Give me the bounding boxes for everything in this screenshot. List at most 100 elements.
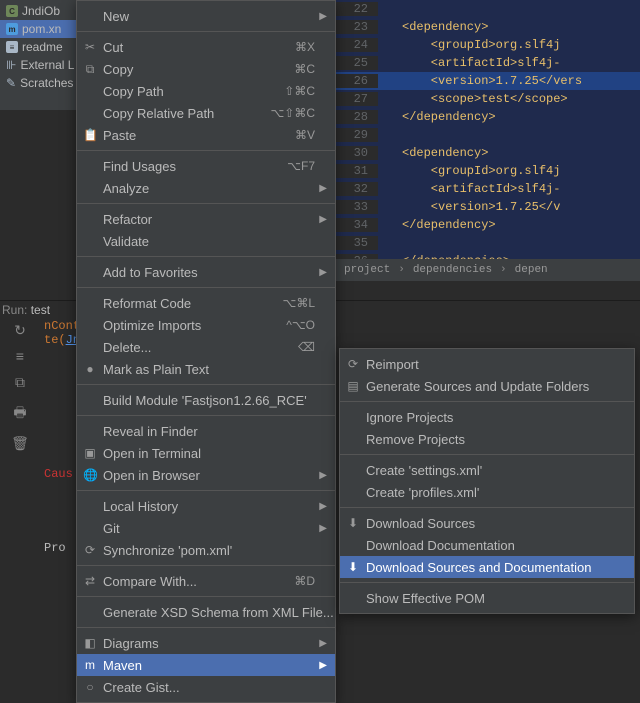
menu-label: Remove Projects xyxy=(366,432,465,447)
submenu-arrow-icon: ▶ xyxy=(319,523,327,534)
scratches[interactable]: ✎Scratches xyxy=(0,74,80,92)
file-readme[interactable]: ≡readme xyxy=(0,38,80,56)
breadcrumb-item[interactable]: depen xyxy=(515,264,548,276)
rerun-icon[interactable]: ↻ xyxy=(14,323,26,340)
breadcrumb-item[interactable]: dependencies xyxy=(413,264,492,276)
code-text: </dependency> xyxy=(378,110,496,124)
menu-open-in-browser[interactable]: 🌐Open in Browser▶ xyxy=(77,464,335,486)
menu-find-usages[interactable]: Find Usages⌥F7 xyxy=(77,155,335,177)
editor-line[interactable]: 23<dependency> xyxy=(336,18,640,36)
menu-delete[interactable]: Delete...⌫ xyxy=(77,336,335,358)
breadcrumb-item[interactable]: project xyxy=(344,264,390,276)
paste-icon: 📋 xyxy=(83,128,97,142)
maven-download-sources[interactable]: ⬇Download Sources xyxy=(340,512,634,534)
menu-new[interactable]: New▶ xyxy=(77,5,335,27)
editor-line[interactable]: 30<dependency> xyxy=(336,144,640,162)
maven-generate-sources-and-update-folders[interactable]: ▤Generate Sources and Update Folders xyxy=(340,375,634,397)
layout-icon[interactable]: ⧉ xyxy=(15,376,25,392)
editor-line[interactable]: 33 <version>1.7.25</v xyxy=(336,198,640,216)
maven-ignore-projects[interactable]: Ignore Projects xyxy=(340,406,634,428)
menu-label: Download Sources and Documentation xyxy=(366,560,591,575)
separator xyxy=(77,384,335,385)
menu-generate-xsd-schema-from-xml-file[interactable]: Generate XSD Schema from XML File... xyxy=(77,601,335,623)
project-tree[interactable]: CJndiOb mpom.xn ≡readme ⊪External L ✎Scr… xyxy=(0,0,80,110)
menu-label: Find Usages xyxy=(103,159,176,174)
menu-validate[interactable]: Validate xyxy=(77,230,335,252)
editor-line[interactable]: 22 xyxy=(336,0,640,18)
menu-reformat-code[interactable]: Reformat Code ⌥⌘L xyxy=(77,292,335,314)
editor-line[interactable]: 35 xyxy=(336,234,640,252)
menu-copy-path[interactable]: Copy Path⇧⌘C xyxy=(77,80,335,102)
separator xyxy=(77,415,335,416)
menu-cut[interactable]: ✂Cut⌘X xyxy=(77,36,335,58)
menu-local-history[interactable]: Local History▶ xyxy=(77,495,335,517)
maven-remove-projects[interactable]: Remove Projects xyxy=(340,428,634,450)
editor-line[interactable]: 27 <scope>test</scope> xyxy=(336,90,640,108)
menu-label: Mark as Plain Text xyxy=(103,362,209,377)
shortcut: ⌘V xyxy=(265,128,315,142)
menu-copy[interactable]: ⧉Copy⌘C xyxy=(77,58,335,80)
maven-download-sources-and-documentation[interactable]: ⬇Download Sources and Documentation xyxy=(340,556,634,578)
context-menu[interactable]: New▶✂Cut⌘X⧉Copy⌘CCopy Path⇧⌘CCopy Relati… xyxy=(76,0,336,703)
editor[interactable]: 2223<dependency>24 <groupId>org.slf4j25 … xyxy=(336,0,640,281)
run-toolbar: ↻ ≡ ⧉ 🖶 🗑 xyxy=(0,323,40,453)
code-text: <version>1.7.25</v xyxy=(378,200,560,214)
menu-analyze[interactable]: Analyze▶ xyxy=(77,177,335,199)
print-icon[interactable]: 🖶 xyxy=(13,402,26,426)
menu-refactor[interactable]: Refactor▶ xyxy=(77,208,335,230)
trash-icon[interactable]: 🗑 xyxy=(11,436,29,453)
editor-line[interactable]: 34</dependency> xyxy=(336,216,640,234)
shortcut: ⌥⌘L xyxy=(252,296,315,310)
menu-label: Reformat Code xyxy=(103,296,191,311)
editor-line[interactable]: 25 <artifactId>slf4j- xyxy=(336,54,640,72)
menu-compare-with[interactable]: ⇄Compare With...⌘D xyxy=(77,570,335,592)
external-libraries[interactable]: ⊪External L xyxy=(0,56,80,74)
menu-label: Optimize Imports xyxy=(103,318,201,333)
download-sources-icon: ⬇ xyxy=(346,516,360,530)
menu-create-gist[interactable]: ○Create Gist... xyxy=(77,676,335,698)
gutter: 24 xyxy=(336,38,378,52)
copy-icon: ⧉ xyxy=(83,62,97,77)
menu-label: Copy Relative Path xyxy=(103,106,214,121)
menu-label: Generate XSD Schema from XML File... xyxy=(103,605,334,620)
menu-diagrams[interactable]: ◧Diagrams▶ xyxy=(77,632,335,654)
editor-line[interactable]: 24 <groupId>org.slf4j xyxy=(336,36,640,54)
gutter: 26 xyxy=(336,74,378,88)
menu-optimize-imports[interactable]: Optimize Imports^⌥O xyxy=(77,314,335,336)
editor-line[interactable]: 32 <artifactId>slf4j- xyxy=(336,180,640,198)
maven-create-profiles-xml[interactable]: Create 'profiles.xml' xyxy=(340,481,634,503)
maven-show-effective-pom[interactable]: Show Effective POM xyxy=(340,587,634,609)
menu-copy-relative-path[interactable]: Copy Relative Path⌥⇧⌘C xyxy=(77,102,335,124)
file-jndi[interactable]: CJndiOb xyxy=(0,2,80,20)
breadcrumb[interactable]: project› dependencies› depen xyxy=(336,259,640,281)
menu-label: Delete... xyxy=(103,340,151,355)
menu-label: Create 'profiles.xml' xyxy=(366,485,479,500)
editor-line[interactable]: 28</dependency> xyxy=(336,108,640,126)
stop-icon[interactable]: ≡ xyxy=(16,350,24,366)
menu-git[interactable]: Git▶ xyxy=(77,517,335,539)
menu-label: Generate Sources and Update Folders xyxy=(366,379,589,394)
maven-reimport[interactable]: ⟳Reimport xyxy=(340,353,634,375)
menu-open-in-terminal[interactable]: ▣Open in Terminal xyxy=(77,442,335,464)
menu-reveal-in-finder[interactable]: Reveal in Finder xyxy=(77,420,335,442)
maven-create-settings-xml[interactable]: Create 'settings.xml' xyxy=(340,459,634,481)
menu-label: Reveal in Finder xyxy=(103,424,198,439)
menu-add-to-favorites[interactable]: Add to Favorites▶ xyxy=(77,261,335,283)
maven-submenu[interactable]: ⟳Reimport▤Generate Sources and Update Fo… xyxy=(339,348,635,614)
file-pom[interactable]: mpom.xn xyxy=(0,20,80,38)
menu-mark-as-plain-text[interactable]: ●Mark as Plain Text xyxy=(77,358,335,380)
menu-synchronize-pom-xml[interactable]: ⟳Synchronize 'pom.xml' xyxy=(77,539,335,561)
text-icon: ≡ xyxy=(6,41,18,53)
editor-line[interactable]: 26 <version>1.7.25</vers xyxy=(336,72,640,90)
menu-build-module-fastjson1-2-66-rce[interactable]: Build Module 'Fastjson1.2.66_RCE' xyxy=(77,389,335,411)
separator xyxy=(77,287,335,288)
editor-line[interactable]: 31 <groupId>org.slf4j xyxy=(336,162,640,180)
code-text: <dependency> xyxy=(378,20,488,34)
maven-download-documentation[interactable]: Download Documentation xyxy=(340,534,634,556)
separator xyxy=(340,401,634,402)
menu-maven[interactable]: mMaven▶ xyxy=(77,654,335,676)
editor-line[interactable]: 29 xyxy=(336,126,640,144)
run-tab[interactable]: test xyxy=(31,303,50,317)
menu-paste[interactable]: 📋Paste⌘V xyxy=(77,124,335,146)
separator xyxy=(77,256,335,257)
